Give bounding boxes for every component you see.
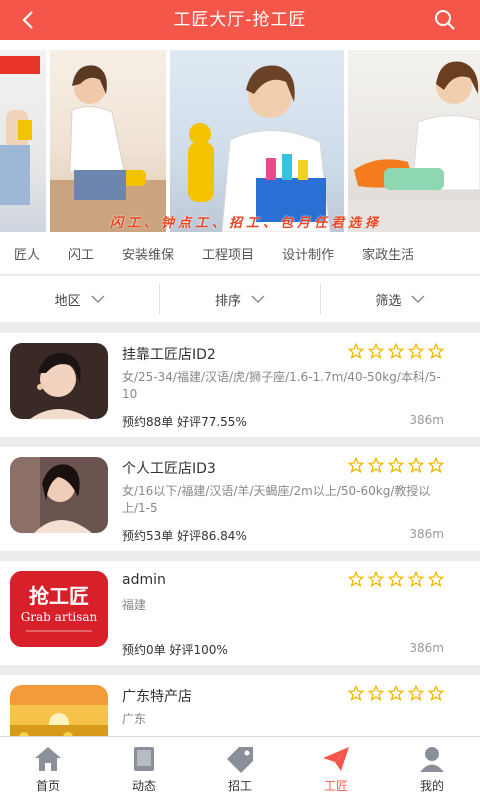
nav-artisan[interactable]: 工匠 xyxy=(288,737,384,800)
logo-text: 抢工匠 xyxy=(29,584,89,608)
star-icon xyxy=(408,571,424,587)
promo-banner[interactable]: 闪工、钟点工、招工、包月任君选择 xyxy=(0,40,480,237)
rating-stars xyxy=(348,571,444,587)
page-title: 工匠大厅-抢工匠 xyxy=(173,10,307,30)
logo-subtext: Grab artisan xyxy=(21,610,98,624)
distance: 386m xyxy=(409,413,444,427)
star-icon xyxy=(388,457,404,473)
star-icon xyxy=(348,343,364,359)
banner-image-cleaning-supplies xyxy=(170,50,344,232)
star-icon xyxy=(368,571,384,587)
star-icon xyxy=(388,571,404,587)
banner-image-floor-cleaning xyxy=(50,50,166,232)
nav-dynamics[interactable]: 动态 xyxy=(96,737,192,800)
distance: 386m xyxy=(409,641,444,655)
star-icon xyxy=(428,571,444,587)
category-tab[interactable]: 设计制作 xyxy=(268,237,348,274)
nav-home[interactable]: 首页 xyxy=(0,737,96,800)
artisan-name: 广东特产店 xyxy=(122,689,192,705)
user-icon xyxy=(420,747,444,772)
tag-icon xyxy=(227,747,253,773)
star-icon xyxy=(428,685,444,701)
filter-screen[interactable]: 筛选 xyxy=(321,283,480,315)
grab-artisan-logo: 抢工匠 Grab artisan xyxy=(10,571,108,647)
banner-image-surface-wiping xyxy=(348,50,480,232)
nav-mine[interactable]: 我的 xyxy=(384,737,480,800)
filter-bar: 地区 排序 筛选 xyxy=(0,276,480,322)
category-tab[interactable]: 闪工 xyxy=(54,237,108,274)
star-icon xyxy=(428,343,444,359)
list-item[interactable]: 个人工匠店ID3 女/16以下/福建/汉语/羊/天蝎座/2m以上/50-60kg… xyxy=(0,447,480,551)
rating-stars xyxy=(348,343,444,359)
filter-region[interactable]: 地区 xyxy=(0,283,161,315)
artisan-stats: 预约53单 好评86.84% xyxy=(122,529,247,543)
star-icon xyxy=(428,457,444,473)
paper-plane-icon xyxy=(323,747,349,771)
artisan-name: admin xyxy=(122,572,166,588)
star-icon xyxy=(388,685,404,701)
chevron-down-icon xyxy=(251,295,265,303)
bottom-nav: 首页 动态 招工 工匠 我的 xyxy=(0,736,480,800)
chevron-down-icon xyxy=(91,295,105,303)
category-tab[interactable]: 匠人 xyxy=(0,237,54,274)
avatar xyxy=(10,343,108,419)
category-tab[interactable]: 工程项目 xyxy=(188,237,268,274)
banner-pagination[interactable] xyxy=(0,226,480,237)
nav-recruit[interactable]: 招工 xyxy=(192,737,288,800)
star-icon xyxy=(408,685,424,701)
nav-label: 招工 xyxy=(227,779,252,793)
rating-stars xyxy=(348,457,444,473)
star-icon xyxy=(408,457,424,473)
nav-label: 首页 xyxy=(35,779,60,793)
nav-label: 工匠 xyxy=(323,779,348,793)
star-icon xyxy=(368,343,384,359)
artisan-name: 挂靠工匠店ID2 xyxy=(122,347,216,363)
chevron-down-icon xyxy=(411,295,425,303)
star-icon xyxy=(348,685,364,701)
star-icon xyxy=(368,685,384,701)
book-icon xyxy=(134,747,154,771)
artisan-detail: 广东 xyxy=(122,712,147,726)
artisan-name: 个人工匠店ID3 xyxy=(122,461,216,477)
filter-label: 筛选 xyxy=(375,293,402,309)
category-tabs: 匠人 闪工 安装维保 工程项目 设计制作 家政生活 xyxy=(0,237,480,275)
list-item[interactable]: 挂靠工匠店ID2 女/25-34/福建/汉语/虎/狮子座/1.6-1.7m/40… xyxy=(0,333,480,437)
star-icon xyxy=(408,343,424,359)
list-item[interactable]: 广东特产店 广东 xyxy=(0,675,480,761)
list-item[interactable]: 抢工匠 Grab artisan admin 福建 预约0单 好评100% 38… xyxy=(0,561,480,665)
filter-sort[interactable]: 排序 xyxy=(160,283,321,315)
artisan-stats: 预约88单 好评77.55% xyxy=(122,415,247,429)
star-icon xyxy=(348,571,364,587)
category-tab[interactable]: 安装维保 xyxy=(108,237,188,274)
rating-stars xyxy=(348,685,444,701)
artisan-detail: 女/25-34/福建/汉语/虎/狮子座/1.6-1.7m/40-50kg/本科/… xyxy=(122,370,441,401)
home-icon xyxy=(35,747,61,771)
artisan-detail: 福建 xyxy=(122,598,147,612)
filter-label: 地区 xyxy=(54,293,81,309)
star-icon xyxy=(348,457,364,473)
category-tab[interactable]: 家政生活 xyxy=(348,237,428,274)
nav-label: 我的 xyxy=(419,779,444,793)
filter-label: 排序 xyxy=(214,293,241,309)
banner-image-cleaner-left xyxy=(0,50,46,232)
app-header: 工匠大厅-抢工匠 xyxy=(0,0,480,40)
artisan-stats: 预约0单 好评100% xyxy=(122,643,228,657)
star-icon xyxy=(388,343,404,359)
nav-label: 动态 xyxy=(131,779,156,793)
star-icon xyxy=(368,457,384,473)
distance: 386m xyxy=(409,527,444,541)
search-icon[interactable] xyxy=(434,9,456,31)
avatar xyxy=(10,457,108,533)
artisan-detail: 女/16以下/福建/汉语/羊/天蝎座/2m以上/50-60kg/教授以上/1-5 xyxy=(122,484,431,515)
